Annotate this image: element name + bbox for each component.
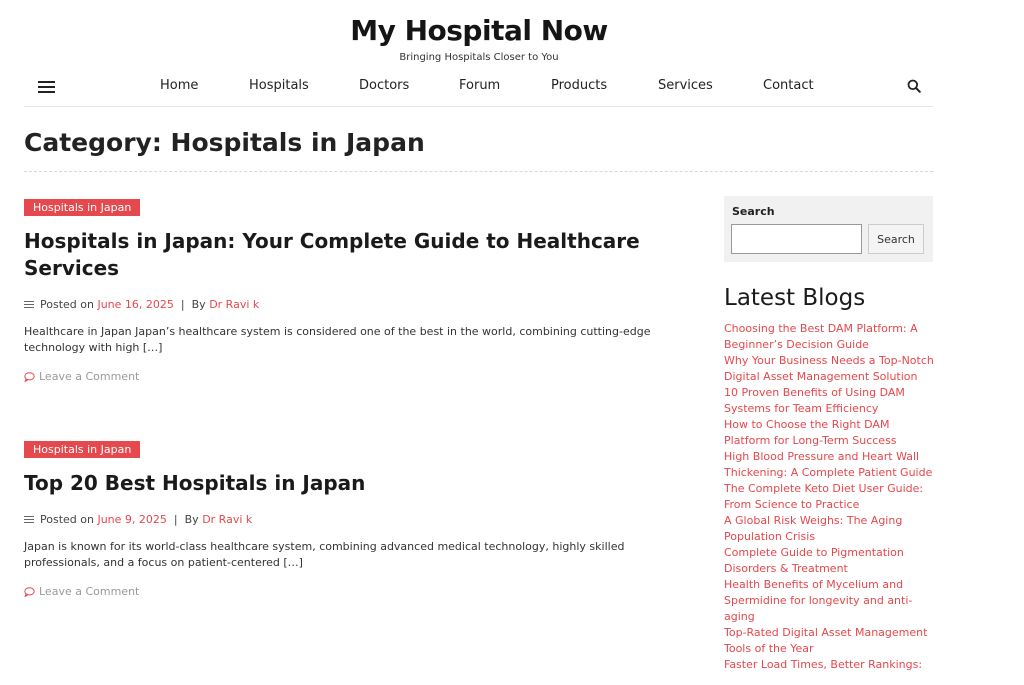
blog-link[interactable]: High Blood Pressure and Heart Wall Thick… bbox=[724, 449, 935, 481]
latest-blogs-heading: Latest Blogs bbox=[724, 285, 866, 311]
blog-link[interactable]: A Global Risk Weighs: The Aging Populati… bbox=[724, 513, 935, 545]
blog-link[interactable]: Health Benefits of Mycelium and Spermidi… bbox=[724, 577, 935, 625]
site-title[interactable]: My Hospital Now bbox=[0, 14, 958, 47]
post-title[interactable]: Top 20 Best Hospitals in Japan bbox=[24, 470, 684, 497]
search-label: Search bbox=[732, 205, 775, 218]
list-icon bbox=[24, 300, 34, 309]
page: My Hospital Now Bringing Hospitals Close… bbox=[0, 0, 1024, 685]
leave-comment-link[interactable]: Leave a Comment bbox=[24, 585, 684, 598]
category-title: Category: Hospitals in Japan bbox=[24, 128, 425, 157]
nav-products[interactable]: Products bbox=[551, 78, 607, 93]
blog-link[interactable]: Choosing the Best DAM Platform: A Beginn… bbox=[724, 321, 935, 353]
blog-link[interactable]: How to Choose the Right DAM Platform for… bbox=[724, 417, 935, 449]
by-label: By bbox=[184, 513, 199, 526]
author-link[interactable]: Dr Ravi k bbox=[209, 298, 259, 311]
latest-blogs-list: Choosing the Best DAM Platform: A Beginn… bbox=[724, 321, 935, 673]
search-input[interactable] bbox=[731, 224, 862, 254]
post-date-link[interactable]: June 9, 2025 bbox=[97, 513, 166, 526]
search-button[interactable]: Search bbox=[868, 224, 924, 254]
hamburger-icon[interactable] bbox=[38, 81, 55, 93]
author-link[interactable]: Dr Ravi k bbox=[202, 513, 252, 526]
posted-on-label: Posted on bbox=[40, 298, 94, 311]
post-meta: Posted on June 9, 2025 | By Dr Ravi k bbox=[24, 513, 684, 526]
meta-separator: | bbox=[173, 513, 178, 526]
nav-forum[interactable]: Forum bbox=[459, 78, 500, 93]
list-icon bbox=[24, 515, 34, 524]
category-divider bbox=[24, 171, 933, 172]
comment-icon bbox=[24, 371, 35, 382]
blog-link[interactable]: 10 Proven Benefits of Using DAM Systems … bbox=[724, 385, 935, 417]
posted-on-label: Posted on bbox=[40, 513, 94, 526]
site-tagline: Bringing Hospitals Closer to You bbox=[399, 52, 559, 63]
comment-label: Leave a Comment bbox=[39, 585, 140, 598]
post-card: Hospitals in Japan Top 20 Best Hospitals… bbox=[24, 438, 684, 598]
comment-label: Leave a Comment bbox=[39, 370, 140, 383]
blog-link[interactable]: Faster Load Times, Better Rankings: bbox=[724, 657, 935, 673]
category-badge[interactable]: Hospitals in Japan bbox=[24, 441, 141, 458]
nav-hospitals[interactable]: Hospitals bbox=[249, 78, 309, 93]
blog-link[interactable]: The Complete Keto Diet User Guide: From … bbox=[724, 481, 935, 513]
post-title[interactable]: Hospitals in Japan: Your Complete Guide … bbox=[24, 228, 684, 282]
search-widget: Search Search bbox=[724, 196, 933, 262]
category-badge[interactable]: Hospitals in Japan bbox=[24, 199, 141, 216]
post-date-link[interactable]: June 16, 2025 bbox=[97, 298, 173, 311]
leave-comment-link[interactable]: Leave a Comment bbox=[24, 370, 684, 383]
post-meta: Posted on June 16, 2025 | By Dr Ravi k bbox=[24, 298, 684, 311]
comment-icon bbox=[24, 586, 35, 597]
nav-home[interactable]: Home bbox=[160, 78, 198, 93]
main-navigation: Home Hospitals Doctors Forum Products Se… bbox=[24, 70, 933, 107]
blog-link[interactable]: Why Your Business Needs a Top-Notch Digi… bbox=[724, 353, 935, 385]
blog-link[interactable]: Top-Rated Digital Asset Management Tools… bbox=[724, 625, 935, 657]
post-excerpt: Japan is known for its world-class healt… bbox=[24, 540, 625, 569]
nav-doctors[interactable]: Doctors bbox=[359, 78, 409, 93]
post-card: Hospitals in Japan Hospitals in Japan: Y… bbox=[24, 196, 684, 383]
post-excerpt: Healthcare in Japan Japan’s healthcare s… bbox=[24, 325, 651, 354]
blog-link[interactable]: Complete Guide to Pigmentation Disorders… bbox=[724, 545, 935, 577]
search-icon[interactable] bbox=[907, 79, 921, 93]
nav-services[interactable]: Services bbox=[658, 78, 713, 93]
meta-separator: | bbox=[180, 298, 185, 311]
by-label: By bbox=[191, 298, 206, 311]
nav-contact[interactable]: Contact bbox=[763, 78, 814, 93]
